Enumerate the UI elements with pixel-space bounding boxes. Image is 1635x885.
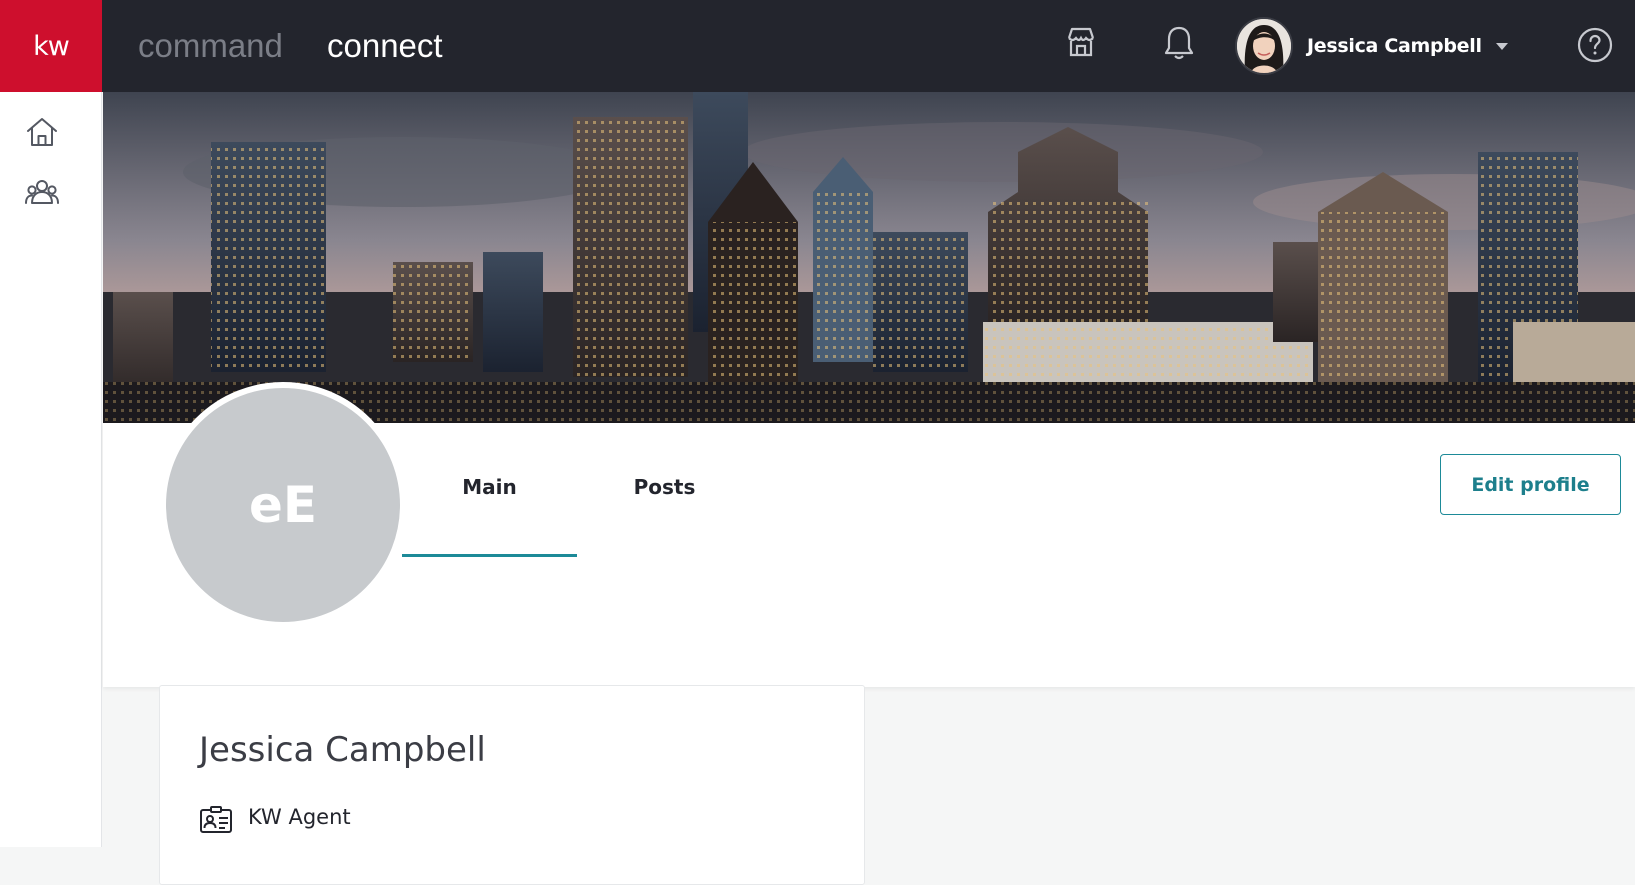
tab-posts[interactable]: Posts bbox=[577, 423, 752, 551]
profile-avatar[interactable]: eE bbox=[160, 382, 406, 628]
kw-logo[interactable]: kw bbox=[0, 0, 102, 92]
store-icon[interactable] bbox=[1064, 25, 1098, 59]
active-tab-indicator bbox=[402, 554, 577, 557]
user-name[interactable]: Jessica Campbell bbox=[1307, 35, 1482, 57]
id-card-icon bbox=[200, 806, 232, 833]
connect-app-link[interactable]: connect bbox=[327, 24, 443, 68]
user-avatar[interactable] bbox=[1235, 17, 1293, 75]
edit-profile-button[interactable]: Edit profile bbox=[1440, 454, 1621, 515]
chevron-down-icon[interactable] bbox=[1495, 42, 1508, 50]
profile-info-card: Jessica Campbell KW Agent bbox=[159, 685, 865, 885]
kw-logo-text: kw bbox=[33, 30, 70, 62]
main-content: Main Posts eE Edit profile Jessica Campb… bbox=[103, 92, 1635, 885]
user-menu[interactable]: Jessica Campbell bbox=[1235, 14, 1508, 78]
bell-icon[interactable] bbox=[1162, 24, 1196, 62]
command-app-link[interactable]: command bbox=[138, 24, 283, 68]
tab-main[interactable]: Main bbox=[402, 423, 577, 551]
profile-initials: eE bbox=[248, 476, 318, 534]
people-icon[interactable] bbox=[24, 175, 60, 211]
home-icon[interactable] bbox=[24, 114, 60, 150]
left-sidebar bbox=[0, 92, 102, 847]
profile-name: Jessica Campbell bbox=[199, 730, 486, 770]
cover-photo bbox=[103, 92, 1635, 423]
top-navigation-bar: kw command connect Jessica Campbell bbox=[0, 0, 1635, 92]
help-icon[interactable] bbox=[1576, 26, 1614, 64]
profile-role: KW Agent bbox=[248, 805, 351, 829]
user-avatar-photo bbox=[1237, 19, 1291, 73]
